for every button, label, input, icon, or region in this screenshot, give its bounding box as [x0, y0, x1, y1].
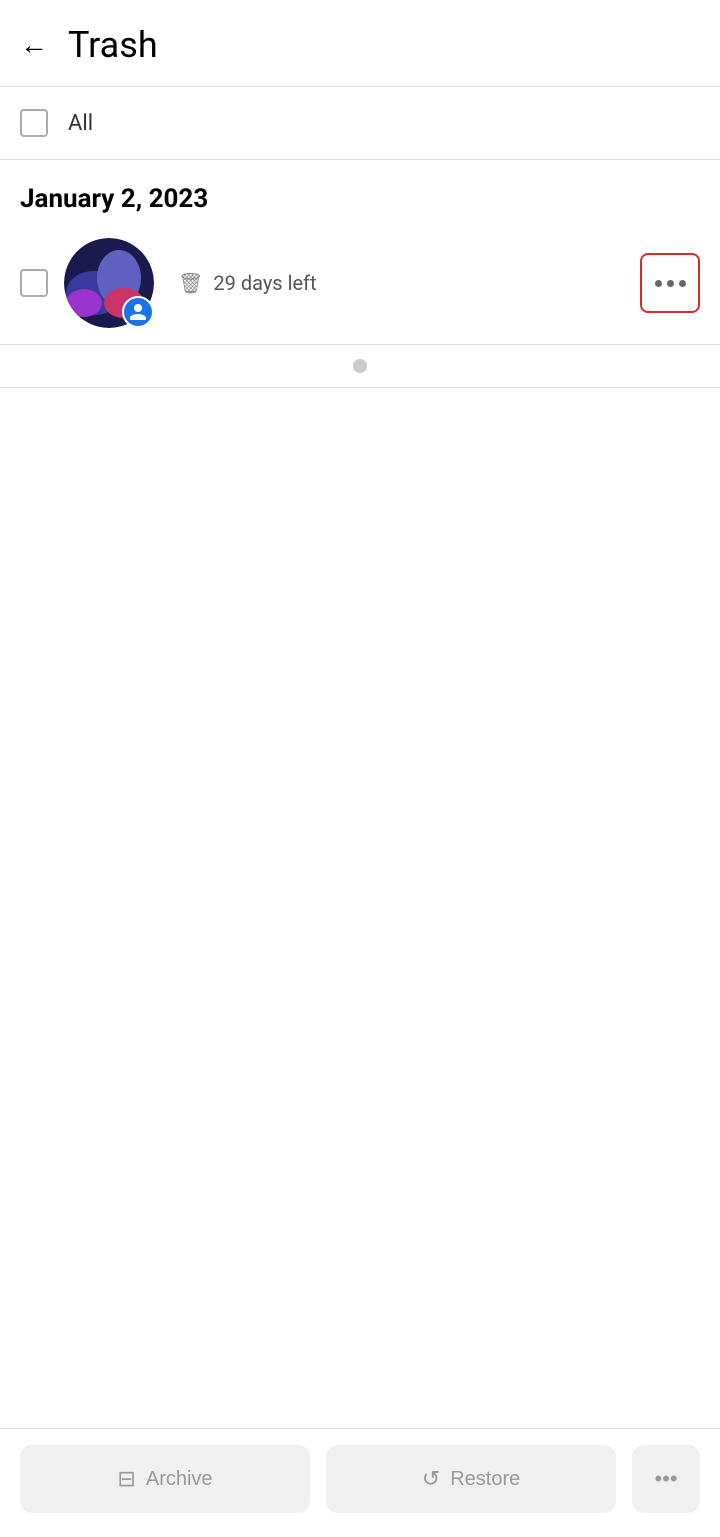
page-title: Trash	[68, 24, 158, 66]
select-all-label: All	[68, 111, 93, 136]
avatar	[64, 238, 154, 328]
more-options-button[interactable]	[640, 253, 700, 313]
restore-button[interactable]: ↺ Restore	[326, 1445, 616, 1513]
archive-icon: ⊟	[117, 1466, 135, 1492]
item-checkbox[interactable]	[20, 269, 48, 297]
dots-icon	[655, 280, 686, 287]
list-item: 🗑 29 days left	[0, 222, 720, 345]
bottom-toolbar: ⊟ Archive ↺ Restore •••	[0, 1428, 720, 1537]
restore-label: Restore	[450, 1468, 520, 1491]
date-section: January 2, 2023	[0, 160, 720, 222]
separator-row	[0, 345, 720, 388]
select-all-checkbox[interactable]	[20, 109, 48, 137]
header: ← Trash	[0, 0, 720, 87]
separator-dot	[353, 359, 367, 373]
avatar-badge	[122, 296, 154, 328]
archive-label: Archive	[146, 1468, 213, 1491]
select-all-row: All	[0, 87, 720, 160]
archive-button[interactable]: ⊟ Archive	[20, 1445, 310, 1513]
days-left-text: 29 days left	[213, 271, 316, 295]
date-label: January 2, 2023	[20, 184, 208, 214]
item-info: 🗑 29 days left	[178, 271, 640, 295]
trash-icon: 🗑	[178, 271, 203, 295]
back-button[interactable]: ←	[20, 31, 48, 59]
more-toolbar-button[interactable]: •••	[632, 1445, 700, 1513]
more-toolbar-icon: •••	[654, 1466, 677, 1492]
restore-icon: ↺	[422, 1466, 440, 1492]
